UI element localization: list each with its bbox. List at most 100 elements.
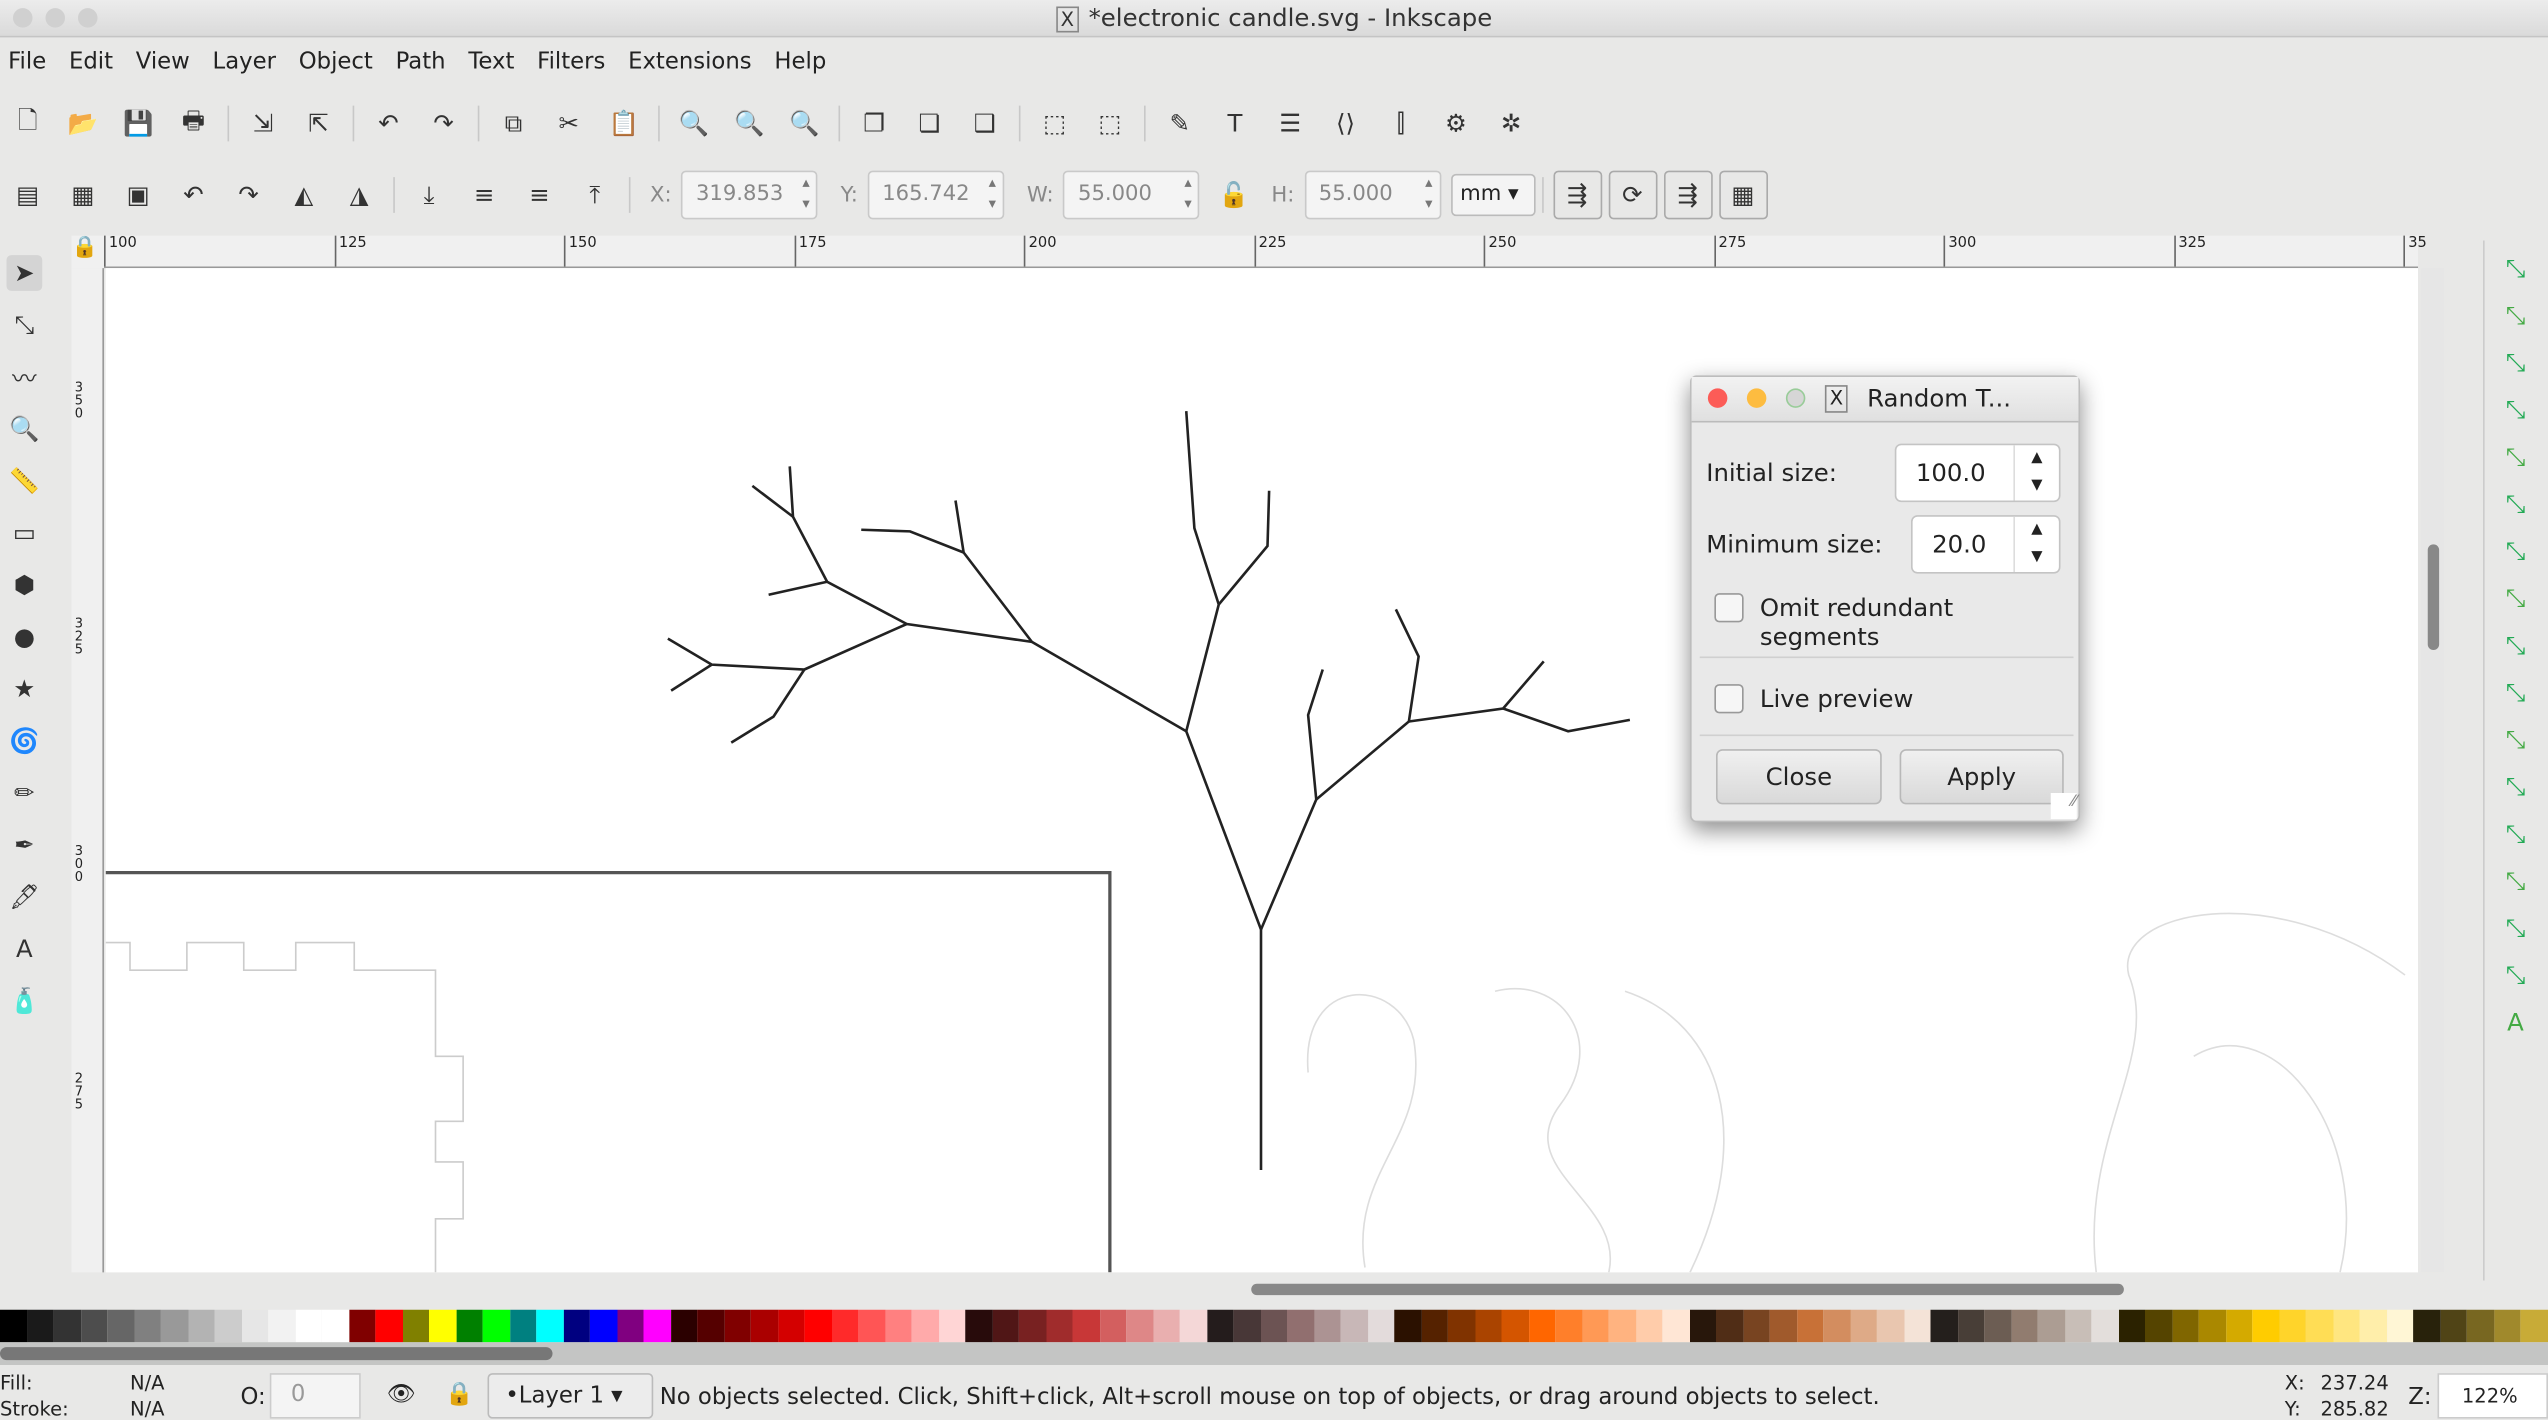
zoom-tool-icon[interactable]: 🔍 <box>7 411 43 447</box>
color-swatch[interactable] <box>2440 1310 2467 1343</box>
calligraphy-tool-icon[interactable]: 🖋 <box>7 879 43 915</box>
select-all-layers-icon[interactable]: ▦ <box>65 177 101 213</box>
copy-icon[interactable]: ⧉ <box>496 106 532 142</box>
pen-tool-icon[interactable]: ✒ <box>7 827 43 863</box>
transform-gradients-icon[interactable]: ⇶ <box>1663 171 1712 220</box>
open-icon[interactable]: 📂 <box>65 106 101 142</box>
flip-horizontal-icon[interactable]: ◭ <box>286 177 322 213</box>
color-swatch[interactable] <box>2172 1310 2199 1343</box>
color-swatch[interactable] <box>134 1310 161 1343</box>
color-swatch[interactable] <box>2333 1310 2360 1343</box>
vertical-scrollbar[interactable] <box>2421 268 2444 1272</box>
color-swatch[interactable] <box>563 1310 590 1343</box>
selector-tool-icon[interactable]: ➤ <box>7 255 43 291</box>
preferences-icon[interactable]: ✲ <box>1493 106 1529 142</box>
color-swatch[interactable] <box>322 1310 349 1343</box>
color-swatch[interactable] <box>1689 1310 1716 1343</box>
color-swatch[interactable] <box>0 1310 27 1343</box>
menu-object[interactable]: Object <box>294 42 388 81</box>
color-swatch[interactable] <box>1314 1310 1341 1343</box>
color-swatch[interactable] <box>590 1310 617 1343</box>
spiral-tool-icon[interactable]: 🌀 <box>7 723 43 759</box>
3d-box-tool-icon[interactable]: ⬢ <box>7 567 43 603</box>
color-swatch[interactable] <box>1099 1310 1126 1343</box>
undo-icon[interactable]: ↶ <box>371 106 407 142</box>
color-swatch[interactable] <box>2413 1310 2440 1343</box>
color-swatch[interactable] <box>751 1310 778 1343</box>
color-swatch[interactable] <box>1502 1310 1529 1343</box>
unlink-clone-icon[interactable]: ❑ <box>967 106 1003 142</box>
color-swatch[interactable] <box>188 1310 215 1343</box>
color-swatch[interactable] <box>1957 1310 1984 1343</box>
color-swatch[interactable] <box>161 1310 188 1343</box>
color-swatch[interactable] <box>617 1310 644 1343</box>
color-swatch[interactable] <box>429 1310 456 1343</box>
snap-option-icon[interactable]: ⤡ <box>2498 863 2534 899</box>
color-swatch[interactable] <box>1716 1310 1743 1343</box>
snap-option-icon[interactable]: A <box>2498 1004 2534 1040</box>
snap-option-icon[interactable]: ⤡ <box>2498 627 2534 663</box>
zoom-field[interactable]: 122% <box>2438 1373 2548 1419</box>
snap-option-icon[interactable]: ⤡ <box>2498 533 2534 569</box>
color-swatch[interactable] <box>2252 1310 2279 1343</box>
color-swatch[interactable] <box>483 1310 510 1343</box>
color-swatch[interactable] <box>2011 1310 2038 1343</box>
color-swatch[interactable] <box>2145 1310 2172 1343</box>
text-font-icon[interactable]: T <box>1217 106 1253 142</box>
color-swatch[interactable] <box>938 1310 965 1343</box>
color-swatch[interactable] <box>2038 1310 2065 1343</box>
palette-scrollbar[interactable] <box>0 1342 2548 1365</box>
document-properties-icon[interactable]: ⚙ <box>1438 106 1474 142</box>
color-swatch[interactable] <box>2360 1310 2387 1343</box>
toggle-lock-icon[interactable]: 🔒 <box>445 1381 473 1407</box>
lock-ratio-icon[interactable]: 🔓 <box>1216 177 1252 213</box>
color-swatch[interactable] <box>2199 1310 2226 1343</box>
color-swatch[interactable] <box>1823 1310 1850 1343</box>
star-tool-icon[interactable]: ★ <box>7 671 43 707</box>
minimize-window-button[interactable] <box>46 8 66 28</box>
tweak-tool-icon[interactable]: 〰 <box>7 359 43 395</box>
color-swatch[interactable] <box>80 1310 107 1343</box>
resize-grip-icon[interactable]: ⁄⁄ <box>2051 793 2077 819</box>
cut-icon[interactable]: ✂ <box>551 106 587 142</box>
snap-option-icon[interactable]: ⤡ <box>2498 722 2534 758</box>
live-preview-checkbox[interactable] <box>1714 684 1743 713</box>
color-swatch[interactable] <box>2118 1310 2145 1343</box>
lock-guides-icon[interactable]: 🔒 <box>72 236 105 269</box>
paste-icon[interactable]: 📋 <box>606 106 642 142</box>
scale-stroke-icon[interactable]: ⇶ <box>1553 171 1602 220</box>
color-swatch[interactable] <box>1046 1310 1073 1343</box>
text-tool-icon[interactable]: A <box>7 931 43 967</box>
save-icon[interactable]: 💾 <box>120 106 156 142</box>
menu-layer[interactable]: Layer <box>208 42 291 81</box>
color-swatch[interactable] <box>1207 1310 1234 1343</box>
select-all-icon[interactable]: ▤ <box>10 177 46 213</box>
color-swatch[interactable] <box>724 1310 751 1343</box>
duplicate-icon[interactable]: ❐ <box>856 106 892 142</box>
color-swatch[interactable] <box>1662 1310 1689 1343</box>
raise-to-top-icon[interactable]: ⤒ <box>577 177 613 213</box>
deselect-icon[interactable]: ▣ <box>120 177 156 213</box>
snap-option-icon[interactable]: ⤡ <box>2498 769 2534 805</box>
snap-option-icon[interactable]: ⤡ <box>2498 910 2534 946</box>
dialog-zoom-icon[interactable] <box>1786 388 1806 408</box>
minimum-size-input[interactable]: 20.0▲▼ <box>1911 515 2061 574</box>
snap-option-icon[interactable]: ⤡ <box>2498 439 2534 475</box>
x-field[interactable]: X:319.853 <box>637 171 818 220</box>
color-swatch[interactable] <box>1877 1310 1904 1343</box>
color-swatch[interactable] <box>670 1310 697 1343</box>
snap-option-icon[interactable]: ⤡ <box>2498 580 2534 616</box>
minimum-size-stepper[interactable]: ▲▼ <box>2013 517 2059 572</box>
print-icon[interactable]: 🖶 <box>176 106 212 142</box>
color-swatch[interactable] <box>54 1310 81 1343</box>
color-swatch[interactable] <box>107 1310 134 1343</box>
snap-option-icon[interactable]: ⤡ <box>2498 250 2534 286</box>
node-tool-icon[interactable]: ⤡ <box>7 307 43 343</box>
export-icon[interactable]: ⇱ <box>301 106 337 142</box>
scale-corners-icon[interactable]: ⟳ <box>1608 171 1657 220</box>
menu-help[interactable]: Help <box>770 42 841 81</box>
color-swatch[interactable] <box>1019 1310 1046 1343</box>
color-swatch[interactable] <box>2279 1310 2306 1343</box>
color-swatch[interactable] <box>1260 1310 1287 1343</box>
color-swatch[interactable] <box>1287 1310 1314 1343</box>
